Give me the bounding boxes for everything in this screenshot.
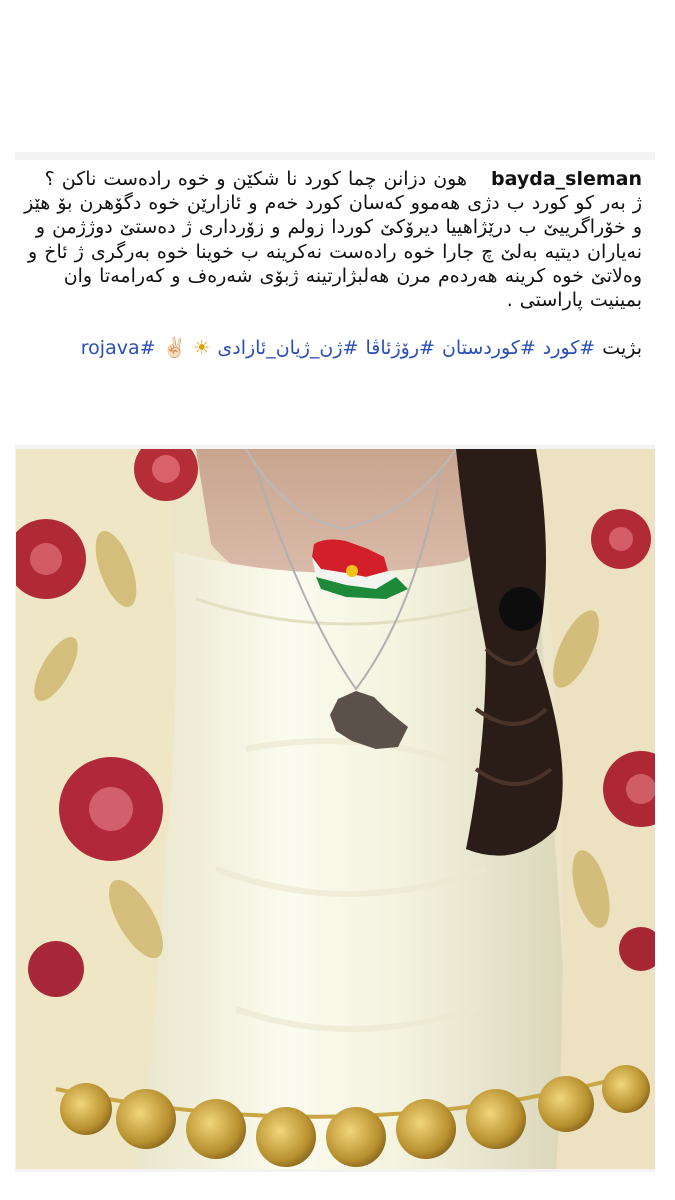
hashtag-links[interactable]: #کورد #کوردستان #رۆژئاڤا #ژن_ژیان_ئازادی <box>217 337 595 359</box>
caption-line-2: ژ بەر کو کورد ب دژی هەموو کەسان کورد خەم… <box>24 192 642 312</box>
post-photo[interactable] <box>16 449 655 1169</box>
username-link[interactable]: bayda_sleman <box>491 167 642 191</box>
photo-illustration <box>16 449 655 1169</box>
caption-line-1: هون دزانن چما کورد نا شکێن و خوە رادەست … <box>44 168 467 190</box>
hashtag-line: بژیت #کورد #کوردستان #رۆژئاڤا #ژن_ژیان_ئ… <box>22 336 642 360</box>
sun-victory-emoji-icon: ☀ ✌🏻 <box>162 337 211 360</box>
hair-tie <box>499 587 543 631</box>
hashtag-rojava-link[interactable]: #rojava <box>81 337 156 359</box>
post-caption: bayda_sleman هون دزانن چما کورد نا شکێن … <box>22 167 642 360</box>
hashtag-prefix: بژیت <box>602 337 642 360</box>
